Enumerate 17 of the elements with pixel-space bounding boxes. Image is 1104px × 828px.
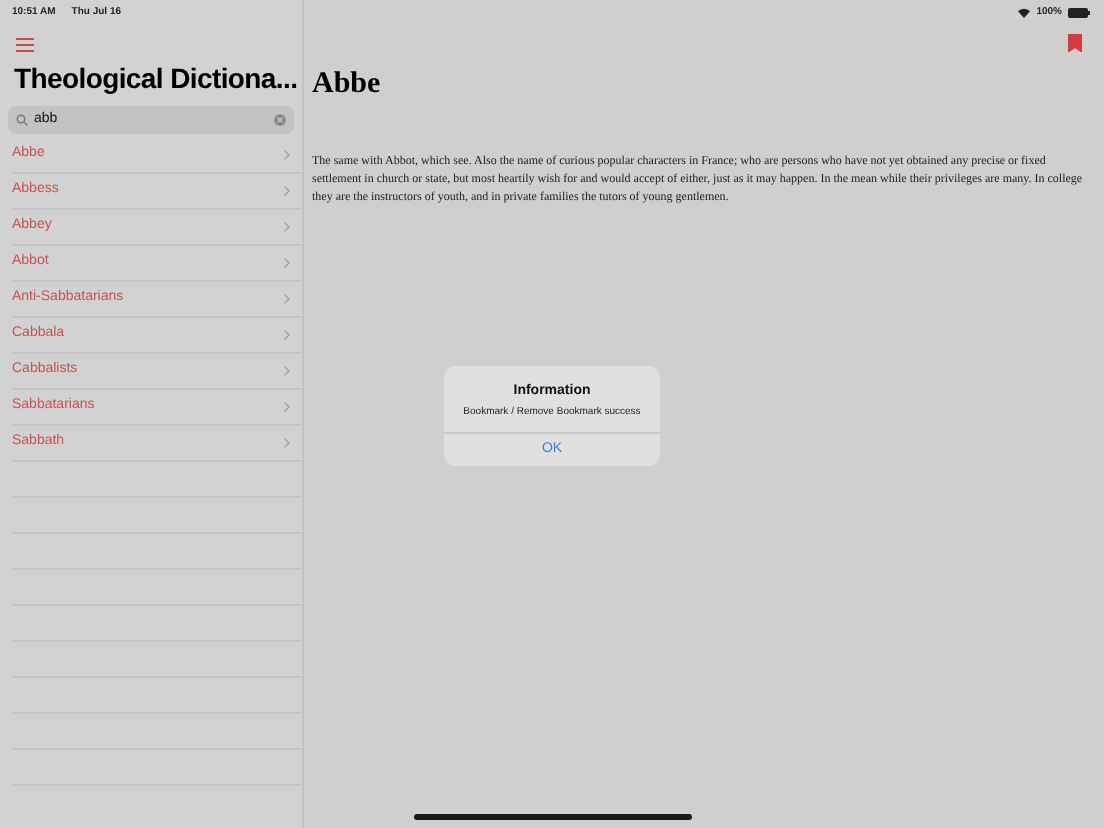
clear-icon[interactable] <box>274 114 286 126</box>
chevron-icon <box>284 402 290 412</box>
sidebar-title: Theological Dictiona... <box>14 61 298 96</box>
chevron-icon <box>284 366 290 376</box>
menu-icon[interactable] <box>16 37 34 51</box>
search-icon <box>16 114 28 126</box>
chevron-icon <box>284 150 290 160</box>
chevron-icon <box>284 438 290 448</box>
chevron-icon <box>284 330 290 340</box>
wifi-icon <box>1018 8 1031 19</box>
article-title: Abbe <box>312 65 383 103</box>
chevron-icon <box>284 222 290 232</box>
battery-icon <box>1068 8 1090 19</box>
chevron-icon <box>284 186 290 196</box>
chevron-icon <box>284 294 290 304</box>
chevron-icon <box>284 258 290 268</box>
bookmark-icon[interactable] <box>1068 33 1082 51</box>
